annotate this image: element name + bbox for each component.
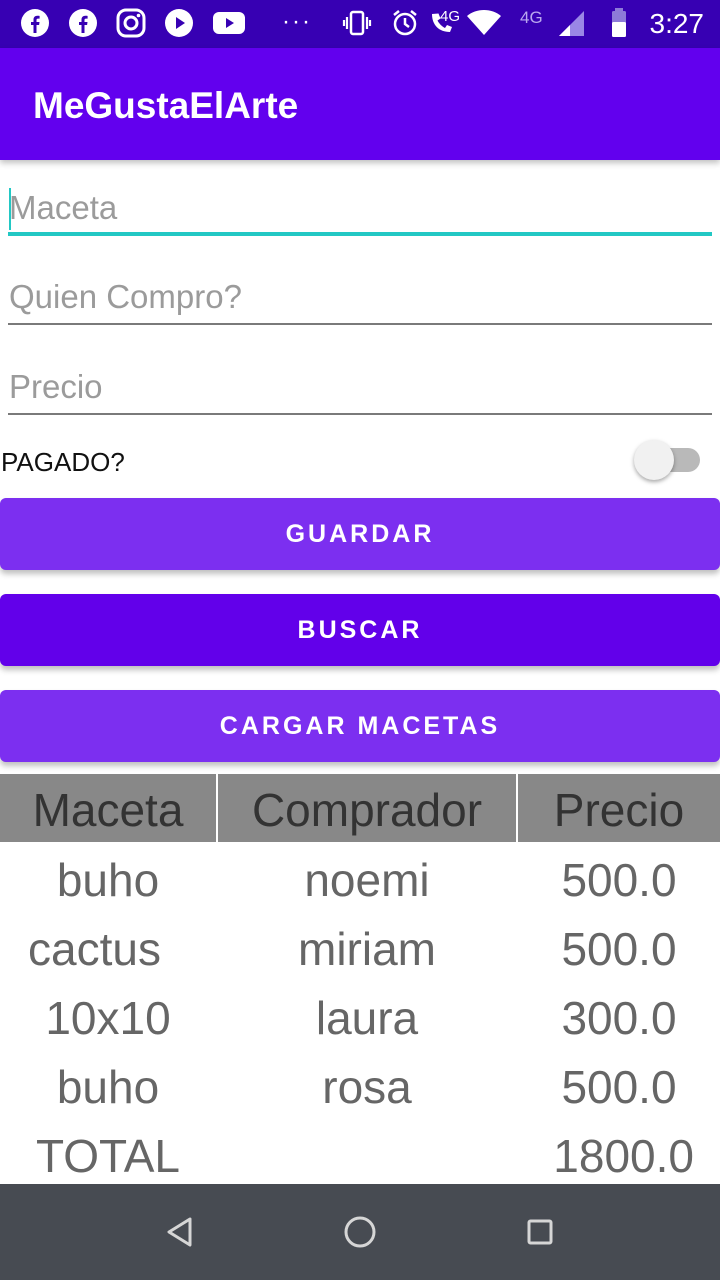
header-comprador: Comprador (251, 784, 483, 836)
cargar-macetas-button[interactable]: CARGAR MACETAS (0, 690, 720, 762)
clock-time: 3:27 (649, 8, 705, 39)
maceta-input[interactable] (8, 166, 712, 236)
recent-apps-icon[interactable] (516, 1208, 564, 1256)
navigation-bar (0, 1184, 720, 1280)
wifi-icon (467, 10, 501, 35)
pagado-switch[interactable] (634, 440, 700, 480)
vibrate-icon (342, 10, 372, 36)
app-screen: ··· 4G 4G 3:27 MeGustaElArte PAGADO? GUA… (0, 0, 720, 1280)
app-title: MeGustaElArte (33, 85, 299, 126)
precio-input[interactable] (8, 345, 712, 415)
comprador-underline (8, 323, 712, 325)
cell-maceta: 10x10 (45, 992, 171, 1044)
app-bar: MeGustaElArte (0, 48, 720, 160)
more-dots-icon: ··· (282, 8, 312, 35)
cell-precio: 500.0 (561, 923, 677, 975)
table-row: buho rosa 500.0 (0, 1053, 720, 1121)
total-label: TOTAL (36, 1130, 180, 1182)
facebook-icon (69, 9, 97, 37)
instagram-icon (116, 8, 146, 38)
pagado-label: PAGADO? (1, 447, 125, 477)
precio-field[interactable] (8, 345, 712, 415)
total-row: TOTAL 1800.0 (0, 1122, 720, 1190)
status-bar: ··· 4G 4G 3:27 (0, 0, 720, 48)
cell-comprador: laura (315, 992, 419, 1044)
cell-comprador: miriam (298, 923, 436, 975)
table-row: cactus miriam 500.0 (0, 915, 720, 983)
play-icon (165, 9, 193, 37)
cell-precio: 500.0 (561, 1061, 677, 1113)
facebook-icon (21, 9, 49, 37)
buscar-button[interactable]: BUSCAR (0, 594, 720, 666)
comprador-field[interactable] (8, 255, 712, 325)
maceta-field[interactable] (8, 166, 712, 236)
comprador-input[interactable] (8, 255, 712, 325)
guardar-button[interactable]: GUARDAR (0, 498, 720, 570)
table-row: buho noemi 500.0 (0, 846, 720, 914)
switch-thumb[interactable] (634, 440, 674, 480)
total-value: 1800.0 (553, 1130, 694, 1182)
precio-underline (8, 413, 712, 415)
signal-icon (559, 11, 584, 36)
table-row: 10x10 laura 300.0 (0, 984, 720, 1052)
cell-maceta: buho (56, 854, 160, 906)
maceta-underline (8, 232, 712, 236)
battery-icon (612, 8, 626, 37)
home-icon[interactable] (336, 1208, 384, 1256)
table-header: Maceta Comprador Precio (0, 774, 720, 842)
network-type-label: 4G (440, 8, 461, 25)
cell-precio: 300.0 (561, 992, 677, 1044)
youtube-icon (213, 12, 245, 34)
network-type-label: 4G (520, 8, 543, 27)
text-cursor (9, 188, 11, 230)
back-icon[interactable] (156, 1208, 204, 1256)
alarm-icon (393, 10, 417, 36)
cell-maceta: buho (56, 1061, 160, 1113)
cell-comprador: noemi (304, 854, 430, 906)
header-precio: Precio (553, 784, 685, 836)
header-maceta: Maceta (32, 784, 184, 836)
cell-precio: 500.0 (561, 854, 677, 906)
cell-maceta: cactus (28, 923, 161, 975)
cell-comprador: rosa (322, 1061, 412, 1113)
